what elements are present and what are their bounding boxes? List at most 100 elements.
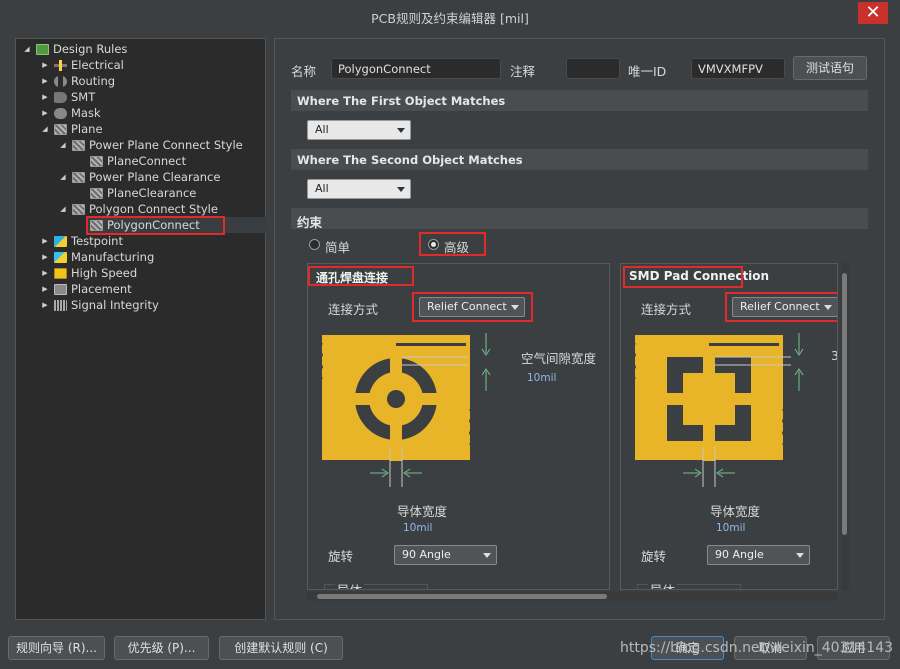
expand-arrow-icon[interactable]: ▶ xyxy=(40,61,50,69)
tree-item-label: Plane xyxy=(71,122,103,136)
design-rules-icon xyxy=(36,43,49,55)
chevron-down-icon xyxy=(397,128,405,133)
window-title: PCB规则及约束编辑器 [mil] xyxy=(371,11,529,26)
first-match-select[interactable]: All xyxy=(307,120,411,140)
via-pad-connection-pane: 通孔焊盘连接 连接方式 Relief Connect 空气间隙宽度 10mil … xyxy=(307,263,610,590)
tree-item-polygon-connect-style[interactable]: ◢ Polygon Connect Style xyxy=(58,201,218,217)
collapse-arrow-icon[interactable]: ◢ xyxy=(58,173,68,181)
conductors-group: 导体 xyxy=(637,580,741,589)
tree-item-label: Testpoint xyxy=(71,234,123,248)
tree-item-label: SMT xyxy=(71,90,96,104)
unique-id-field[interactable] xyxy=(691,58,785,79)
conductors-label: 导体 xyxy=(335,580,365,589)
second-match-select[interactable]: All xyxy=(307,179,411,199)
air-gap-label-clipped: 3 xyxy=(831,348,837,363)
conductor-width-value: 10mil xyxy=(716,522,746,534)
signal-integrity-icon xyxy=(54,299,67,311)
watermark-text: https://blog.csdn.net/weixin_40314143 xyxy=(620,640,894,656)
mask-icon xyxy=(54,107,67,119)
horizontal-scrollbar[interactable] xyxy=(307,592,837,601)
smd-pad-connection-pane: SMD Pad Connection 连接方式 Relief Connect 导… xyxy=(620,263,838,590)
tree-item-smt[interactable]: ▶ SMT xyxy=(40,89,95,105)
rule-wizard-button[interactable]: 规则向导 (R)... xyxy=(8,636,105,660)
chevron-down-icon xyxy=(796,553,804,558)
tree-item-power-plane-clearance[interactable]: ◢ Power Plane Clearance xyxy=(58,169,220,185)
air-gap-label: 空气间隙宽度 xyxy=(521,351,597,366)
rule-icon xyxy=(90,187,103,199)
highlight-box xyxy=(725,292,837,322)
tree-item-label: Signal Integrity xyxy=(71,298,159,312)
conductor-width-value: 10mil xyxy=(403,522,433,534)
tree-item-plane-clearance[interactable]: PlaneClearance xyxy=(90,185,196,201)
collapse-arrow-icon[interactable]: ◢ xyxy=(40,125,50,133)
expand-arrow-icon[interactable]: ▶ xyxy=(40,285,50,293)
chevron-down-icon xyxy=(483,553,491,558)
smd-rotation-value: 90 Angle xyxy=(715,548,764,561)
expand-arrow-icon[interactable]: ▶ xyxy=(40,269,50,277)
routing-icon xyxy=(54,75,67,87)
tree-item-label: Polygon Connect Style xyxy=(89,202,218,216)
collapse-arrow-icon[interactable]: ◢ xyxy=(58,141,68,149)
tree-item-high-speed[interactable]: ▶ High Speed xyxy=(40,265,137,281)
tree-root-label: Design Rules xyxy=(53,42,128,56)
title-bar: PCB规则及约束编辑器 [mil] ✕ xyxy=(0,0,900,30)
tree-item-placement[interactable]: ▶ Placement xyxy=(40,281,132,297)
first-match-header: Where The First Object Matches xyxy=(291,90,868,111)
create-default-rules-button[interactable]: 创建默认规则 (C) xyxy=(219,636,343,660)
second-match-header: Where The Second Object Matches xyxy=(291,149,868,170)
testpoint-icon xyxy=(54,235,67,247)
simple-label: 简单 xyxy=(325,240,351,255)
expand-arrow-icon[interactable]: ▶ xyxy=(40,109,50,117)
placement-icon xyxy=(54,283,67,295)
electrical-icon xyxy=(54,59,67,71)
tree-root[interactable]: ◢ Design Rules xyxy=(22,41,127,57)
connect-style-label: 连接方式 xyxy=(641,302,692,317)
tree-item-label: Placement xyxy=(71,282,132,296)
expand-arrow-icon[interactable]: ▶ xyxy=(40,93,50,101)
rule-icon xyxy=(72,139,85,151)
tree-item-testpoint[interactable]: ▶ Testpoint xyxy=(40,233,123,249)
tree-item-routing[interactable]: ▶ Routing xyxy=(40,73,115,89)
tree-item-label: Power Plane Connect Style xyxy=(89,138,243,152)
comment-field[interactable] xyxy=(566,58,620,79)
tree-item-plane-connect[interactable]: PlaneConnect xyxy=(90,153,186,169)
rules-tree[interactable]: ◢ Design Rules ▶ Electrical ▶ Routing ▶ … xyxy=(15,38,266,620)
expand-arrow-icon[interactable]: ▶ xyxy=(40,237,50,245)
name-label: 名称 xyxy=(291,64,317,79)
via-rotation-select[interactable]: 90 Angle xyxy=(394,545,497,565)
rotation-label: 旋转 xyxy=(641,549,667,564)
tree-item-signal-integrity[interactable]: ▶ Signal Integrity xyxy=(40,297,159,313)
conductor-width-label: 导体宽度 xyxy=(397,504,448,519)
second-match-value: All xyxy=(315,182,329,195)
vertical-scrollbar[interactable] xyxy=(841,263,849,590)
tree-item-mask[interactable]: ▶ Mask xyxy=(40,105,100,121)
tree-item-power-plane-connect-style[interactable]: ◢ Power Plane Connect Style xyxy=(58,137,243,153)
name-field[interactable] xyxy=(331,58,501,79)
simple-radio[interactable] xyxy=(309,239,320,250)
scroll-thumb[interactable] xyxy=(842,273,847,535)
conductors-label: 导体 xyxy=(648,580,678,589)
expand-arrow-icon[interactable]: ▶ xyxy=(40,253,50,261)
close-button[interactable]: ✕ xyxy=(858,2,888,24)
collapse-arrow-icon[interactable]: ◢ xyxy=(22,45,32,53)
conductor-width-label: 导体宽度 xyxy=(710,504,761,519)
priorities-button[interactable]: 优先级 (P)... xyxy=(114,636,209,660)
smt-icon xyxy=(54,91,67,103)
tree-item-manufacturing[interactable]: ▶ Manufacturing xyxy=(40,249,154,265)
chevron-down-icon xyxy=(397,187,405,192)
tree-item-electrical[interactable]: ▶ Electrical xyxy=(40,57,124,73)
expand-arrow-icon[interactable]: ▶ xyxy=(40,301,50,309)
expand-arrow-icon[interactable]: ▶ xyxy=(40,77,50,85)
smd-relief-diagram xyxy=(632,333,804,487)
tree-item-plane[interactable]: ◢ Plane xyxy=(40,121,103,137)
scroll-thumb[interactable] xyxy=(317,594,607,599)
tree-item-label: Manufacturing xyxy=(71,250,155,264)
test-query-button[interactable]: 测试语句 xyxy=(793,56,867,80)
first-match-value: All xyxy=(315,123,329,136)
tree-item-label: Routing xyxy=(71,74,116,88)
highlight-box xyxy=(308,266,414,286)
collapse-arrow-icon[interactable]: ◢ xyxy=(58,205,68,213)
smd-rotation-select[interactable]: 90 Angle xyxy=(707,545,810,565)
highlight-box xyxy=(412,292,533,322)
tree-item-label: Power Plane Clearance xyxy=(89,170,221,184)
